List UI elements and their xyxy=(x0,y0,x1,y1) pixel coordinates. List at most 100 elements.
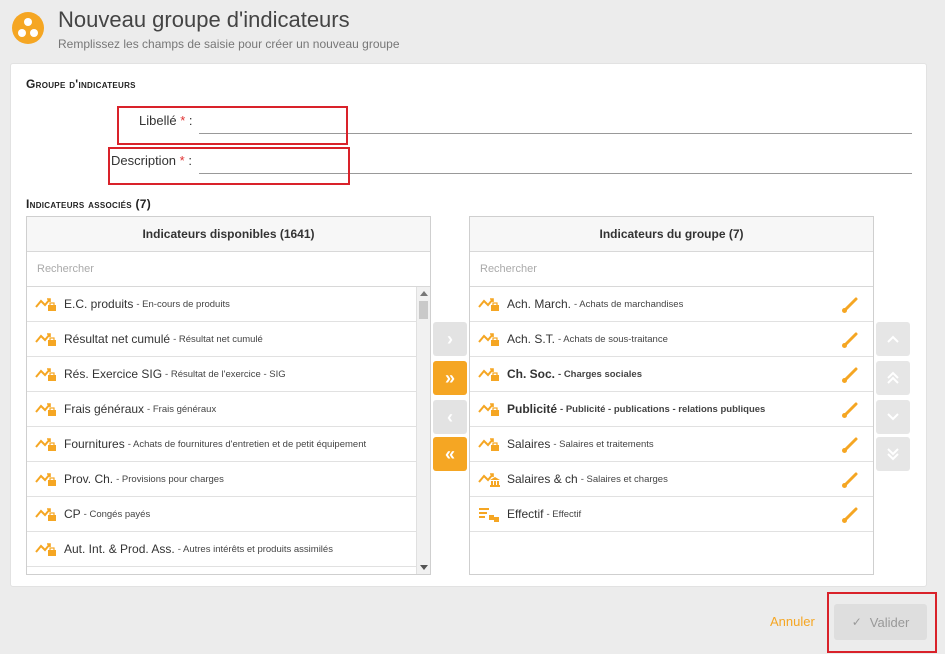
scroll-down-arrow-icon[interactable] xyxy=(420,565,428,570)
list-item[interactable]: Salaires & ch - Salaires et charges xyxy=(470,462,873,497)
trend-indicator-icon xyxy=(35,366,57,382)
list-item[interactable]: Effectif - Effectif xyxy=(470,497,873,532)
description-highlight-box xyxy=(108,147,350,185)
list-item[interactable]: Ach. S.T. - Achats de sous-traitance xyxy=(470,322,873,357)
item-name: Ach. S.T. xyxy=(507,332,556,346)
list-item[interactable]: Résultat net cumulé - Résultat net cumulé xyxy=(27,322,430,357)
add-one-button[interactable]: › xyxy=(433,322,467,356)
trend-indicator-icon xyxy=(35,401,57,417)
cancel-link[interactable]: Annuler xyxy=(770,614,815,629)
trend-indicator-icon xyxy=(35,296,57,312)
chevron-down-icon xyxy=(887,413,899,421)
group-list-rows: Ach. March. - Achats de marchandises Ach. … xyxy=(470,287,873,532)
move-down-button[interactable] xyxy=(876,400,910,434)
list-item[interactable]: Fournitures - Achats de fournitures d'ent… xyxy=(27,427,430,462)
item-description: - Résultat net cumulé xyxy=(173,333,263,345)
item-name: Aut. Int. & Prod. Ass. xyxy=(64,542,175,556)
add-all-button[interactable]: » xyxy=(433,361,467,395)
item-name: Salaires xyxy=(507,437,551,451)
section-title-associated: Indicateurs associés (7) xyxy=(26,197,152,211)
available-indicators-panel: Indicateurs disponibles (1641) Recherche… xyxy=(26,216,431,575)
item-name: Fournitures xyxy=(64,437,125,451)
trend-indicator-icon xyxy=(35,471,57,487)
label-highlight-box xyxy=(117,106,348,145)
double-chevron-down-icon xyxy=(887,448,899,461)
item-name: Frais généraux xyxy=(64,402,145,416)
group-search-input[interactable]: Rechercher xyxy=(470,252,873,287)
item-description: - Autres intérêts et produits assimilés xyxy=(177,543,333,555)
trend-indicator-icon xyxy=(35,436,57,452)
remove-one-button[interactable]: ‹ xyxy=(433,400,467,434)
group-indicators-panel: Indicateurs du groupe (7) Rechercher Ach… xyxy=(469,216,874,575)
item-description: - En-cours de produits xyxy=(136,298,230,310)
list-item[interactable]: Aut. Int. & Prod. Ass. - Autres intérêts … xyxy=(27,532,430,567)
item-description: - Effectif xyxy=(546,508,582,520)
trend-indicator-icon xyxy=(478,436,500,452)
trend-indicator-icon xyxy=(478,401,500,417)
edit-pencil-icon[interactable] xyxy=(841,366,859,384)
chevron-up-icon xyxy=(887,335,899,343)
edit-pencil-icon[interactable] xyxy=(841,401,859,419)
group-dots-icon xyxy=(12,12,44,44)
available-list-header: Indicateurs disponibles (1641) xyxy=(27,217,430,252)
item-name: Prov. Ch. xyxy=(64,472,114,486)
validate-highlight-box xyxy=(827,592,937,653)
remove-all-button[interactable]: « xyxy=(433,437,467,471)
move-top-button[interactable] xyxy=(876,361,910,395)
form-card: Groupe d'indicateurs Libellé * : Descrip… xyxy=(10,63,927,587)
item-name: E.C. produits xyxy=(64,297,134,311)
available-list-rows: E.C. produits - En-cours de produits Résul… xyxy=(27,287,430,574)
list-indicator-icon xyxy=(478,506,500,522)
edit-pencil-icon[interactable] xyxy=(841,436,859,454)
list-item[interactable]: Ch. Soc. - Charges sociales xyxy=(470,357,873,392)
move-bottom-button[interactable] xyxy=(876,437,910,471)
item-name: Rés. Exercice SIG xyxy=(64,367,163,381)
item-name: Effectif xyxy=(507,507,544,521)
trend-indicator-icon xyxy=(35,506,57,522)
double-chevron-up-icon xyxy=(887,371,899,384)
item-description: - Résultat de l'exercice - SIG xyxy=(165,368,286,380)
list-item[interactable]: CP - Congés payés xyxy=(27,497,430,532)
edit-pencil-icon[interactable] xyxy=(841,296,859,314)
trend-indicator-icon xyxy=(478,331,500,347)
page-title: Nouveau groupe d'indicateurs xyxy=(58,7,350,32)
trend-indicator-icon xyxy=(478,366,500,382)
item-description: - Achats de sous-traitance xyxy=(558,333,668,345)
item-description: - Achats de marchandises xyxy=(574,298,684,310)
item-description: - Achats de fournitures d'entretien et d… xyxy=(127,438,367,450)
item-description: - Provisions pour charges xyxy=(116,473,224,485)
item-name: Publicité xyxy=(507,402,558,416)
move-up-button[interactable] xyxy=(876,322,910,356)
list-item[interactable]: Salaires - Salaires et traitements xyxy=(470,427,873,462)
list-item[interactable]: Publicité - Publicité - publications - re… xyxy=(470,392,873,427)
list-item[interactable]: Ach. March. - Achats de marchandises xyxy=(470,287,873,322)
list-item[interactable]: Frais généraux - Frais généraux xyxy=(27,392,430,427)
trend-building-indicator-icon xyxy=(478,471,500,487)
item-name: Ach. March. xyxy=(507,297,572,311)
edit-pencil-icon[interactable] xyxy=(841,506,859,524)
available-search-input[interactable]: Rechercher xyxy=(27,252,430,287)
edit-pencil-icon[interactable] xyxy=(841,331,859,349)
item-description: - Congés payés xyxy=(83,508,151,520)
item-description: - Publicité - publications - relations p… xyxy=(560,403,766,415)
section-title-group: Groupe d'indicateurs xyxy=(26,77,136,91)
item-name: Résultat net cumulé xyxy=(64,332,171,346)
item-name: Salaires & ch xyxy=(507,472,578,486)
item-description: - Salaires et charges xyxy=(580,473,668,485)
trend-indicator-icon xyxy=(478,296,500,312)
item-description: - Charges sociales xyxy=(558,368,642,380)
edit-pencil-icon[interactable] xyxy=(841,471,859,489)
trend-indicator-icon xyxy=(35,331,57,347)
scroll-up-arrow-icon[interactable] xyxy=(420,291,428,296)
list-item[interactable]: Rés. Exercice SIG - Résultat de l'exercic… xyxy=(27,357,430,392)
item-name: CP xyxy=(64,507,81,521)
trend-indicator-icon xyxy=(35,541,57,557)
item-description: - Frais généraux xyxy=(147,403,217,415)
list-item[interactable]: Prov. Ch. - Provisions pour charges xyxy=(27,462,430,497)
group-list-header: Indicateurs du groupe (7) xyxy=(470,217,873,252)
list-item[interactable]: E.C. produits - En-cours de produits xyxy=(27,287,430,322)
item-description: - Salaires et traitements xyxy=(553,438,654,450)
scroll-thumb[interactable] xyxy=(419,301,428,319)
item-name: Ch. Soc. xyxy=(507,367,556,381)
available-list-scrollbar[interactable] xyxy=(416,287,430,574)
